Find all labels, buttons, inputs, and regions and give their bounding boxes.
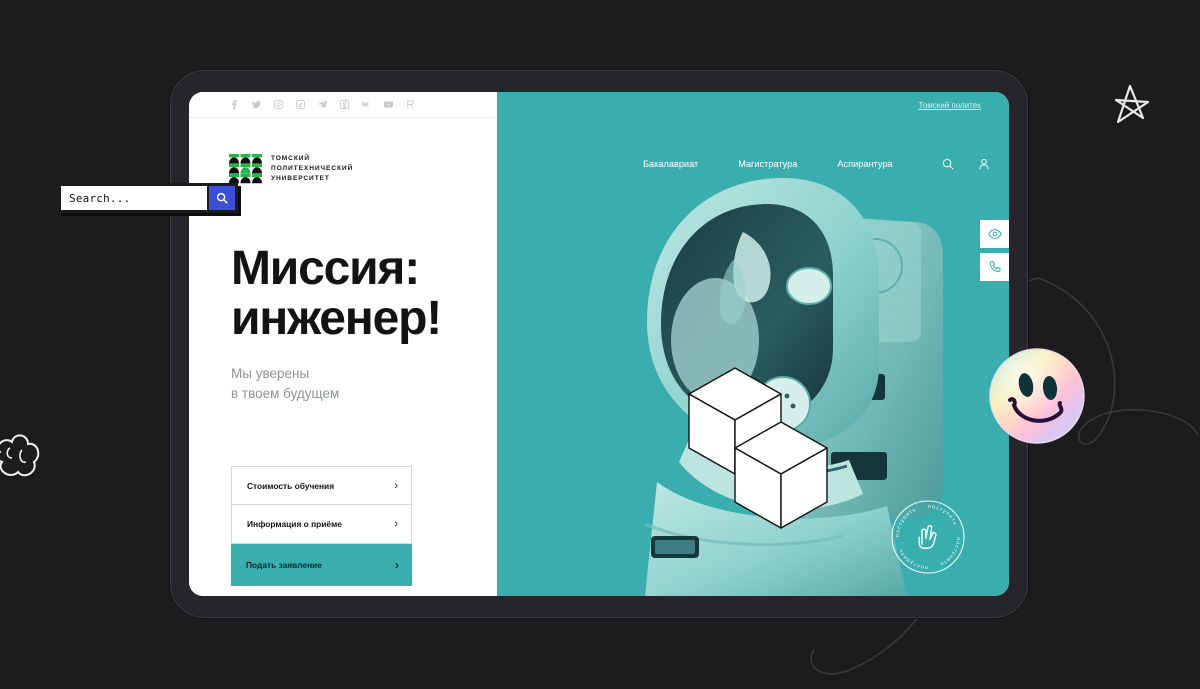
nav-item-master[interactable]: Магистратура [738,159,797,169]
cta-button-group: Стоимость обучения › Информация о приёме… [231,466,412,544]
submit-application-label: Подать заявление [246,560,322,570]
search-icon[interactable] [941,157,955,171]
side-widget-rail [980,220,1009,286]
social-links-bar [189,92,497,118]
accessibility-button[interactable] [980,220,1009,248]
eye-icon [987,229,1002,239]
tiktok-icon[interactable] [295,99,306,110]
hero-image-panel: поступить поступить поступить поступить [497,92,1009,596]
isometric-cubes-graphic [688,367,828,529]
nav-icon-group [941,157,991,171]
user-icon[interactable] [977,157,991,171]
search-input[interactable]: Search... [60,185,208,211]
tuition-cost-button[interactable]: Стоимость обучения › [231,466,412,505]
facebook-icon[interactable] [229,99,240,110]
youtube-icon[interactable] [383,99,394,110]
chevron-right-icon: › [394,479,398,492]
hero-content-panel: ТОМСКИЙ ПОЛИТЕХНИЧЕСКИЙ УНИВЕРСИТЕТ Мисс… [189,92,497,596]
nav-item-postgraduate[interactable]: Аспирантура [837,159,892,169]
tuition-cost-label: Стоимость обучения [247,480,335,491]
twitter-icon[interactable] [251,99,262,110]
rutube-icon[interactable] [405,99,416,110]
instagram-icon[interactable] [273,99,284,110]
nav-item-bachelor[interactable]: Бакалавриат [643,159,698,169]
search-overlay-widget[interactable]: Search... [58,183,238,213]
search-icon [216,192,228,204]
holographic-smiley-sticker [989,348,1085,444]
phone-icon [989,261,1001,273]
cloud-doodle-icon [0,434,40,477]
admission-info-button[interactable]: Информация о приёме › [231,505,412,544]
logo-text: ТОМСКИЙ ПОЛИТЕХНИЧЕСКИЙ УНИВЕРСИТЕТ [271,155,354,183]
main-navigation: Бакалавриат Магистратура Аспирантура RU … [497,142,1009,186]
university-logo[interactable]: ТОМСКИЙ ПОЛИТЕХНИЧЕСКИЙ УНИВЕРСИТЕТ [229,154,353,185]
admission-info-label: Информация о приёме [247,519,342,529]
tablet-device-frame: поступить поступить поступить поступить [170,70,1028,618]
vk-icon[interactable] [361,99,372,110]
phone-button[interactable] [980,253,1009,281]
tpu-logo-mark-icon [229,154,262,184]
tomsk-polytech-link[interactable]: Томский политех [919,101,981,110]
chevron-right-icon: › [394,518,398,530]
chevron-right-icon: › [395,558,399,572]
telegram-icon[interactable] [317,99,328,110]
odnoklassniki-icon[interactable] [339,99,350,110]
hero-subtitle: Мы уверены в твоем будущем [231,366,340,402]
apply-badge[interactable]: поступить поступить поступить поступить [891,500,965,574]
page-title: Миссия: инженер! [231,242,442,345]
star-doodle-icon [1114,84,1150,124]
tablet-screen: поступить поступить поступить поступить [189,92,1009,596]
search-input-value: Search... [69,191,131,205]
search-submit-button[interactable] [208,185,236,211]
submit-application-button[interactable]: Подать заявление › [231,544,412,586]
